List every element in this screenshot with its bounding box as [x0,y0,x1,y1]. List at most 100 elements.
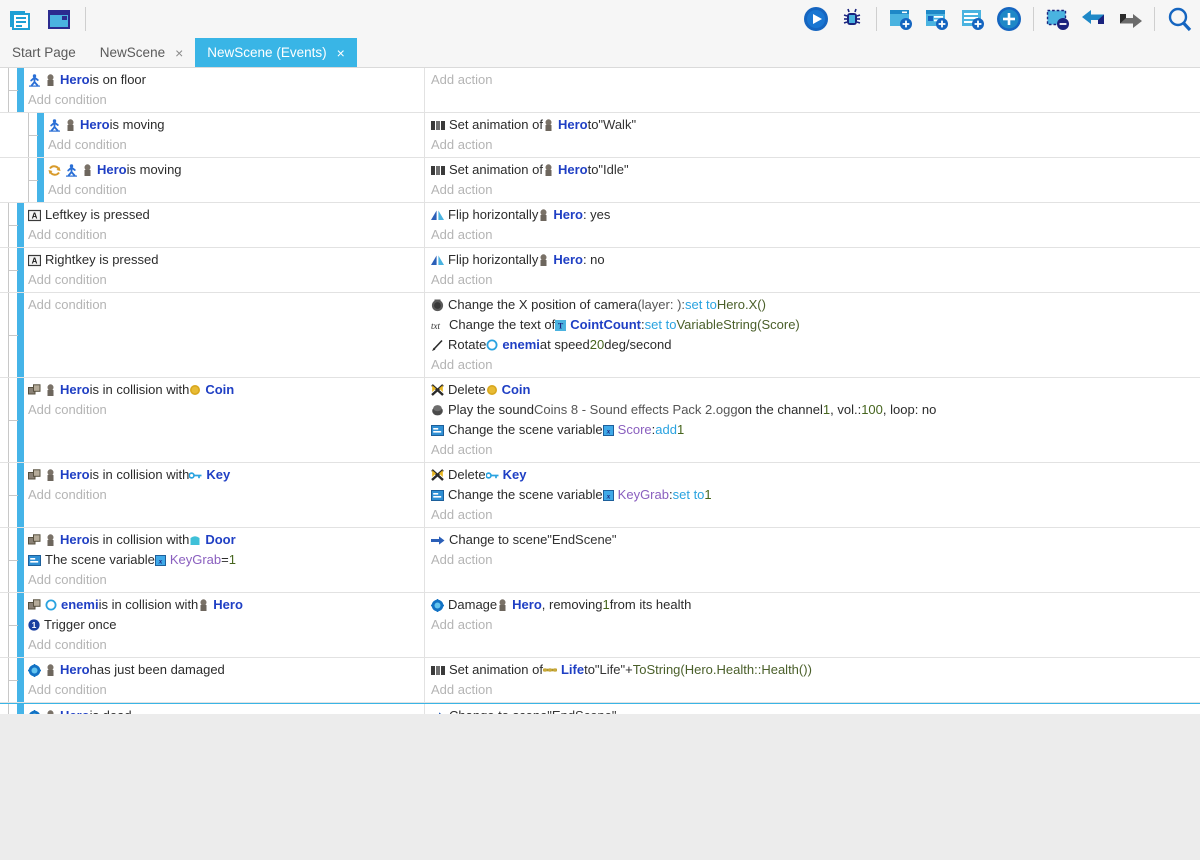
add-condition-placeholder[interactable]: Add condition [28,570,424,590]
add-external-layout-icon[interactable] [922,4,952,34]
actions-column[interactable]: Flip horizontally Hero : yes Add action [425,203,1200,247]
add-action-placeholder[interactable]: Add action [431,225,1200,245]
tab-newscene-events[interactable]: NewScene (Events) × [195,38,357,67]
actions-column[interactable]: Change to scene "EndScene"Add action [425,528,1200,592]
event-color-bar[interactable] [17,658,24,702]
add-object-icon[interactable] [994,4,1024,34]
actions-column[interactable]: Set animation of Hero to "Idle" Add actio… [425,158,1200,202]
add-action-placeholder[interactable]: Add action [431,270,1200,290]
action-line[interactable]: txt Change the text of T CointCount: set t… [431,315,1200,335]
action-line[interactable]: Set animation of Life to "Life" + ToStri… [431,660,1200,680]
event-row[interactable]: Hero is deadAdd conditionChange to scene… [0,703,1200,714]
event-color-bar[interactable] [17,463,24,527]
action-line[interactable]: Change the X position of camera (layer: … [431,295,1200,315]
tab-start-page[interactable]: Start Page [0,38,88,67]
add-condition-placeholder[interactable]: Add condition [28,635,424,655]
conditions-column[interactable]: Hero is on floor Add condition [24,68,424,112]
add-condition-placeholder[interactable]: Add condition [28,90,424,110]
action-line[interactable]: Change to scene "EndScene" [431,530,1200,550]
conditions-column[interactable]: Hero is moving Add condition [44,113,424,157]
condition-line[interactable]: A Left key is pressed [28,205,424,225]
event-row[interactable]: Hero is moving Add condition Set animation… [0,158,1200,203]
actions-column[interactable]: Delete Coin Play the sound Coins 8 - Soun… [425,378,1200,462]
action-line[interactable]: Change to scene "EndScene" [431,706,1200,714]
debug-icon[interactable] [837,4,867,34]
action-line[interactable]: Flip horizontally Hero : yes [431,205,1200,225]
event-row[interactable]: A Left key is pressed Add condition Flip ho… [0,203,1200,248]
add-condition-placeholder[interactable]: Add condition [48,180,424,200]
action-line[interactable]: Set animation of Hero to "Walk" [431,115,1200,135]
action-line[interactable]: Delete Key [431,465,1200,485]
add-action-placeholder[interactable]: Add action [431,550,1200,570]
add-action-placeholder[interactable]: Add action [431,440,1200,460]
add-action-placeholder[interactable]: Add action [431,180,1200,200]
add-condition-placeholder[interactable]: Add condition [28,680,424,700]
conditions-column[interactable]: Hero is in collision with Coin Add condit… [24,378,424,462]
action-line[interactable]: Set animation of Hero to "Idle" [431,160,1200,180]
add-condition-placeholder[interactable]: Add condition [28,225,424,245]
condition-line[interactable]: The scene variable x KeyGrab = 1 [28,550,424,570]
tab-close-icon[interactable]: × [175,46,183,60]
condition-line[interactable]: enemi is in collision with Hero [28,595,424,615]
add-condition-placeholder[interactable]: Add condition [28,400,424,420]
event-row[interactable]: A Right key is pressed Add condition Flip h… [0,248,1200,293]
condition-line[interactable]: Hero is in collision with Coin [28,380,424,400]
actions-column[interactable]: Change the X position of camera (layer: … [425,293,1200,377]
action-line[interactable]: Play the sound Coins 8 - Sound effects P… [431,400,1200,420]
action-line[interactable]: Delete Coin [431,380,1200,400]
conditions-column[interactable]: Hero is moving Add condition [44,158,424,202]
actions-column[interactable]: Set animation of Life to "Life" + ToStri… [425,658,1200,702]
event-row[interactable]: Hero is in collision with Key Add conditi… [0,463,1200,528]
actions-column[interactable]: Change to scene "EndScene"Add action [425,704,1200,714]
condition-line[interactable]: Hero is dead [28,706,424,714]
event-color-bar[interactable] [17,378,24,462]
event-color-bar[interactable] [17,203,24,247]
add-condition-placeholder[interactable]: Add condition [48,135,424,155]
actions-column[interactable]: Delete Key Change the scene variable x Key… [425,463,1200,527]
action-line[interactable]: Change the scene variable x Score: add 1 [431,420,1200,440]
condition-line[interactable]: 1 Trigger once [28,615,424,635]
event-row[interactable]: Hero is in collision with Door The scene … [0,528,1200,593]
add-action-placeholder[interactable]: Add action [431,135,1200,155]
search-icon[interactable] [1164,4,1194,34]
delete-selection-icon[interactable] [1043,4,1073,34]
action-line[interactable]: Change the scene variable x KeyGrab: set … [431,485,1200,505]
add-action-placeholder[interactable]: Add action [431,680,1200,700]
event-row[interactable]: Hero is in collision with Coin Add condit… [0,378,1200,463]
event-row[interactable]: Hero has just been damaged Add condition S… [0,658,1200,703]
event-color-bar[interactable] [17,593,24,657]
add-external-events-icon[interactable] [958,4,988,34]
condition-line[interactable]: Hero is in collision with Door [28,530,424,550]
actions-column[interactable]: Set animation of Hero to "Walk" Add actio… [425,113,1200,157]
undo-icon[interactable] [1079,4,1109,34]
event-row[interactable]: enemi is in collision with Hero 1 Trigger … [0,593,1200,658]
event-color-bar[interactable] [17,293,24,377]
conditions-column[interactable]: Hero is in collision with Door The scene … [24,528,424,592]
tab-newscene[interactable]: NewScene × [88,38,195,67]
action-line[interactable]: Flip horizontally Hero : no [431,250,1200,270]
actions-column[interactable]: Add action [425,68,1200,112]
add-condition-placeholder[interactable]: Add condition [28,270,424,290]
event-color-bar[interactable] [17,248,24,292]
conditions-column[interactable]: A Left key is pressed Add condition [24,203,424,247]
conditions-column[interactable]: Hero is deadAdd condition [24,704,424,714]
redo-icon[interactable] [1115,4,1145,34]
tab-close-icon[interactable]: × [337,46,345,60]
add-condition-placeholder[interactable]: Add condition [28,295,424,315]
condition-line[interactable]: Hero is in collision with Key [28,465,424,485]
event-color-bar[interactable] [17,528,24,592]
events-sheet[interactable]: Hero is on floor Add condition Add action H… [0,68,1200,714]
add-condition-placeholder[interactable]: Add condition [28,485,424,505]
event-row[interactable]: Hero is on floor Add condition Add action [0,68,1200,113]
condition-line[interactable]: Hero is moving [48,115,424,135]
event-color-bar[interactable] [37,158,44,202]
conditions-column[interactable]: A Right key is pressed Add condition [24,248,424,292]
event-color-bar[interactable] [37,113,44,157]
conditions-column[interactable]: Hero is in collision with Key Add conditi… [24,463,424,527]
actions-column[interactable]: Flip horizontally Hero : no Add action [425,248,1200,292]
condition-line[interactable]: Hero has just been damaged [28,660,424,680]
add-scene-icon[interactable] [886,4,916,34]
scene-editor-icon[interactable] [44,4,74,34]
add-action-placeholder[interactable]: Add action [431,355,1200,375]
add-action-placeholder[interactable]: Add action [431,70,1200,90]
